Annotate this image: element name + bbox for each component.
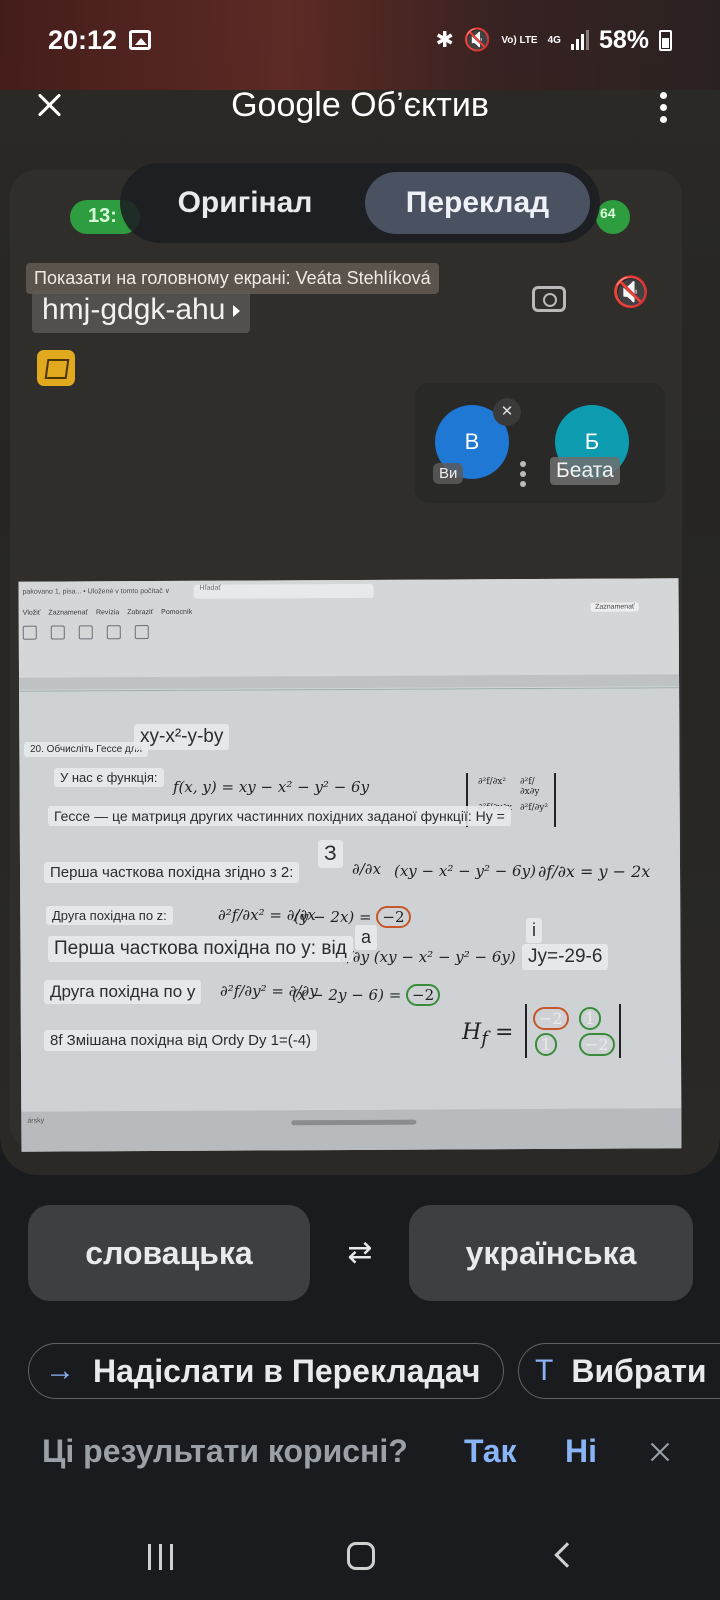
doc-status-bar: ársky	[21, 1108, 682, 1152]
hessian-symbol: H	[462, 1020, 482, 1045]
close-feedback-icon[interactable]	[648, 1440, 672, 1464]
app-title: Google Об’єктив	[231, 86, 489, 124]
hessian-cell: 1	[535, 1033, 558, 1056]
dfdx-operator: ∂/∂x	[352, 860, 382, 878]
doc-ruler	[19, 674, 680, 690]
feedback-yes-button[interactable]: Так	[464, 1433, 517, 1470]
network-type-label: 4G	[547, 34, 561, 46]
more-options-icon[interactable]	[660, 92, 668, 123]
recent-apps-icon[interactable]	[148, 1544, 173, 1570]
word-ribbon: pakovano 1, pisa... • Uložené v tomto po…	[18, 578, 680, 692]
d2x-expression: (y − 2x) =	[294, 908, 377, 926]
hessian-subscript: f	[481, 1028, 488, 1050]
d2y-expression: (x − 2y − 6) =	[292, 986, 407, 1004]
d2x-result: (y − 2x) = −2	[294, 906, 411, 928]
hessian-label: Hf =	[462, 1020, 513, 1049]
overlay-mixed-partial: 8f Змішана похідна від Ordy Dy 1=(-4)	[44, 1030, 318, 1051]
dfdy-expression: ∂/∂y (xy − x² − y² − 6y)	[340, 948, 516, 966]
send-to-translate-chip[interactable]: → Надіслати в Перекладач	[28, 1343, 504, 1399]
signal-icon	[570, 30, 589, 50]
doc-title: pakovano 1, pisa... • Uložené v tomto po…	[22, 587, 170, 596]
mute-icon: 🔇	[463, 27, 492, 52]
doc-menu: Vložiť Zaznamenať Revízia Zobraziť Pomoc…	[22, 608, 193, 617]
camera-switch-icon	[532, 286, 566, 312]
bluetooth-icon: ✱	[435, 27, 454, 52]
overlay-marker: З	[318, 840, 343, 868]
hessian-matrix: −2 1 1 −2	[525, 1004, 621, 1058]
back-icon[interactable]	[554, 1542, 580, 1568]
d2y-circled-value: −2	[406, 984, 441, 1006]
system-nav-bar	[0, 1516, 720, 1600]
volte-label: Vo) LTE	[501, 34, 538, 46]
d2y-result: (x − 2y − 6) = −2	[292, 984, 441, 1006]
mic-off-icon: ✕	[493, 398, 521, 426]
meeting-code: hmj-gdgk-ahu	[32, 290, 251, 333]
function-definition: f(x, y) = xy − x² − y² − 6y	[173, 778, 370, 796]
overlay-marker: і	[526, 918, 542, 943]
tab-original[interactable]: Оригінал	[132, 172, 358, 234]
dfdx-expression: (xy − x² − y² − 6y)	[394, 862, 536, 880]
battery-percent: 58%	[598, 25, 649, 54]
tab-translated[interactable]: Переклад	[365, 172, 590, 234]
source-language-button[interactable]: словацька	[28, 1205, 310, 1301]
dfdx-result: ∂f/∂x = y − 2x	[538, 862, 651, 881]
overlay-task-label: 20. Обчисліть Гессе для	[24, 742, 149, 757]
meeting-code-text: hmj-gdgk-ahu	[42, 293, 226, 326]
select-text-chip[interactable]: T Вибрати	[518, 1343, 720, 1399]
overlay-first-partial-y: Перша часткова похідна по у: від	[48, 936, 353, 962]
participants-panel: В Б	[415, 383, 665, 503]
participant-tag: Беата	[550, 457, 620, 485]
feedback-no-button[interactable]: Ні	[565, 1433, 597, 1470]
hessian-cell: −2	[533, 1007, 569, 1030]
muted-mic-icon: 🔇	[612, 276, 650, 309]
participant-more-icon	[520, 461, 526, 487]
overlay-task-expr: xy-x²-y-by	[134, 724, 230, 750]
doc-search: Hľadať	[193, 583, 374, 599]
play-arrow-icon	[233, 305, 241, 318]
doc-toolbar	[22, 625, 149, 640]
status-time: 20:12	[48, 24, 118, 55]
feedback-question: Ці результати корисні?	[42, 1433, 408, 1469]
overlay-hessian-def: Гессе — це матриця других частинних похі…	[48, 806, 511, 826]
mode-toggle: Оригінал Переклад	[120, 163, 600, 243]
overlay-first-partial-x: Перша часткова похідна згідно з 2:	[44, 862, 300, 883]
swap-languages-icon[interactable]: ⇄	[340, 1236, 380, 1270]
overlay-second-partial-z: Друга похідна по z:	[46, 906, 173, 925]
hessian-cell: 1	[579, 1007, 602, 1030]
d2x-circled-value: −2	[376, 906, 411, 928]
overlay-have-function: У нас є функція:	[54, 768, 164, 787]
scene-green-pill-right: 64	[596, 200, 630, 234]
doc-status-text: ársky	[27, 1117, 45, 1125]
hessian-equals: =	[494, 1020, 514, 1045]
overlay-second-partial-y: Друга похідна по у	[44, 980, 202, 1004]
overlay-marker: а	[355, 925, 378, 950]
text-icon: T	[535, 1354, 554, 1387]
send-to-translate-label: Надіслати в Перекладач	[93, 1352, 481, 1389]
select-text-label: Вибрати	[571, 1352, 707, 1389]
arrow-right-icon: →	[45, 1354, 75, 1387]
image-notification-icon	[129, 30, 152, 50]
doc-record-button: Zaznamenať	[591, 602, 639, 612]
home-icon[interactable]	[347, 1542, 375, 1570]
status-bar: 20:12 ✱ 🔇 Vo) LTE 4G 58%	[0, 0, 720, 80]
hessian-cell: −2	[579, 1033, 615, 1056]
screen-share-off-icon	[37, 350, 75, 386]
battery-icon	[659, 29, 672, 51]
app-bar: Google Об’єктив	[0, 80, 720, 136]
doc-scrollbar	[291, 1119, 417, 1126]
target-language-button[interactable]: українська	[409, 1205, 693, 1301]
participant-tag: Ви	[433, 463, 464, 484]
overlay-jy-value: Jy=-29-6	[522, 944, 609, 970]
